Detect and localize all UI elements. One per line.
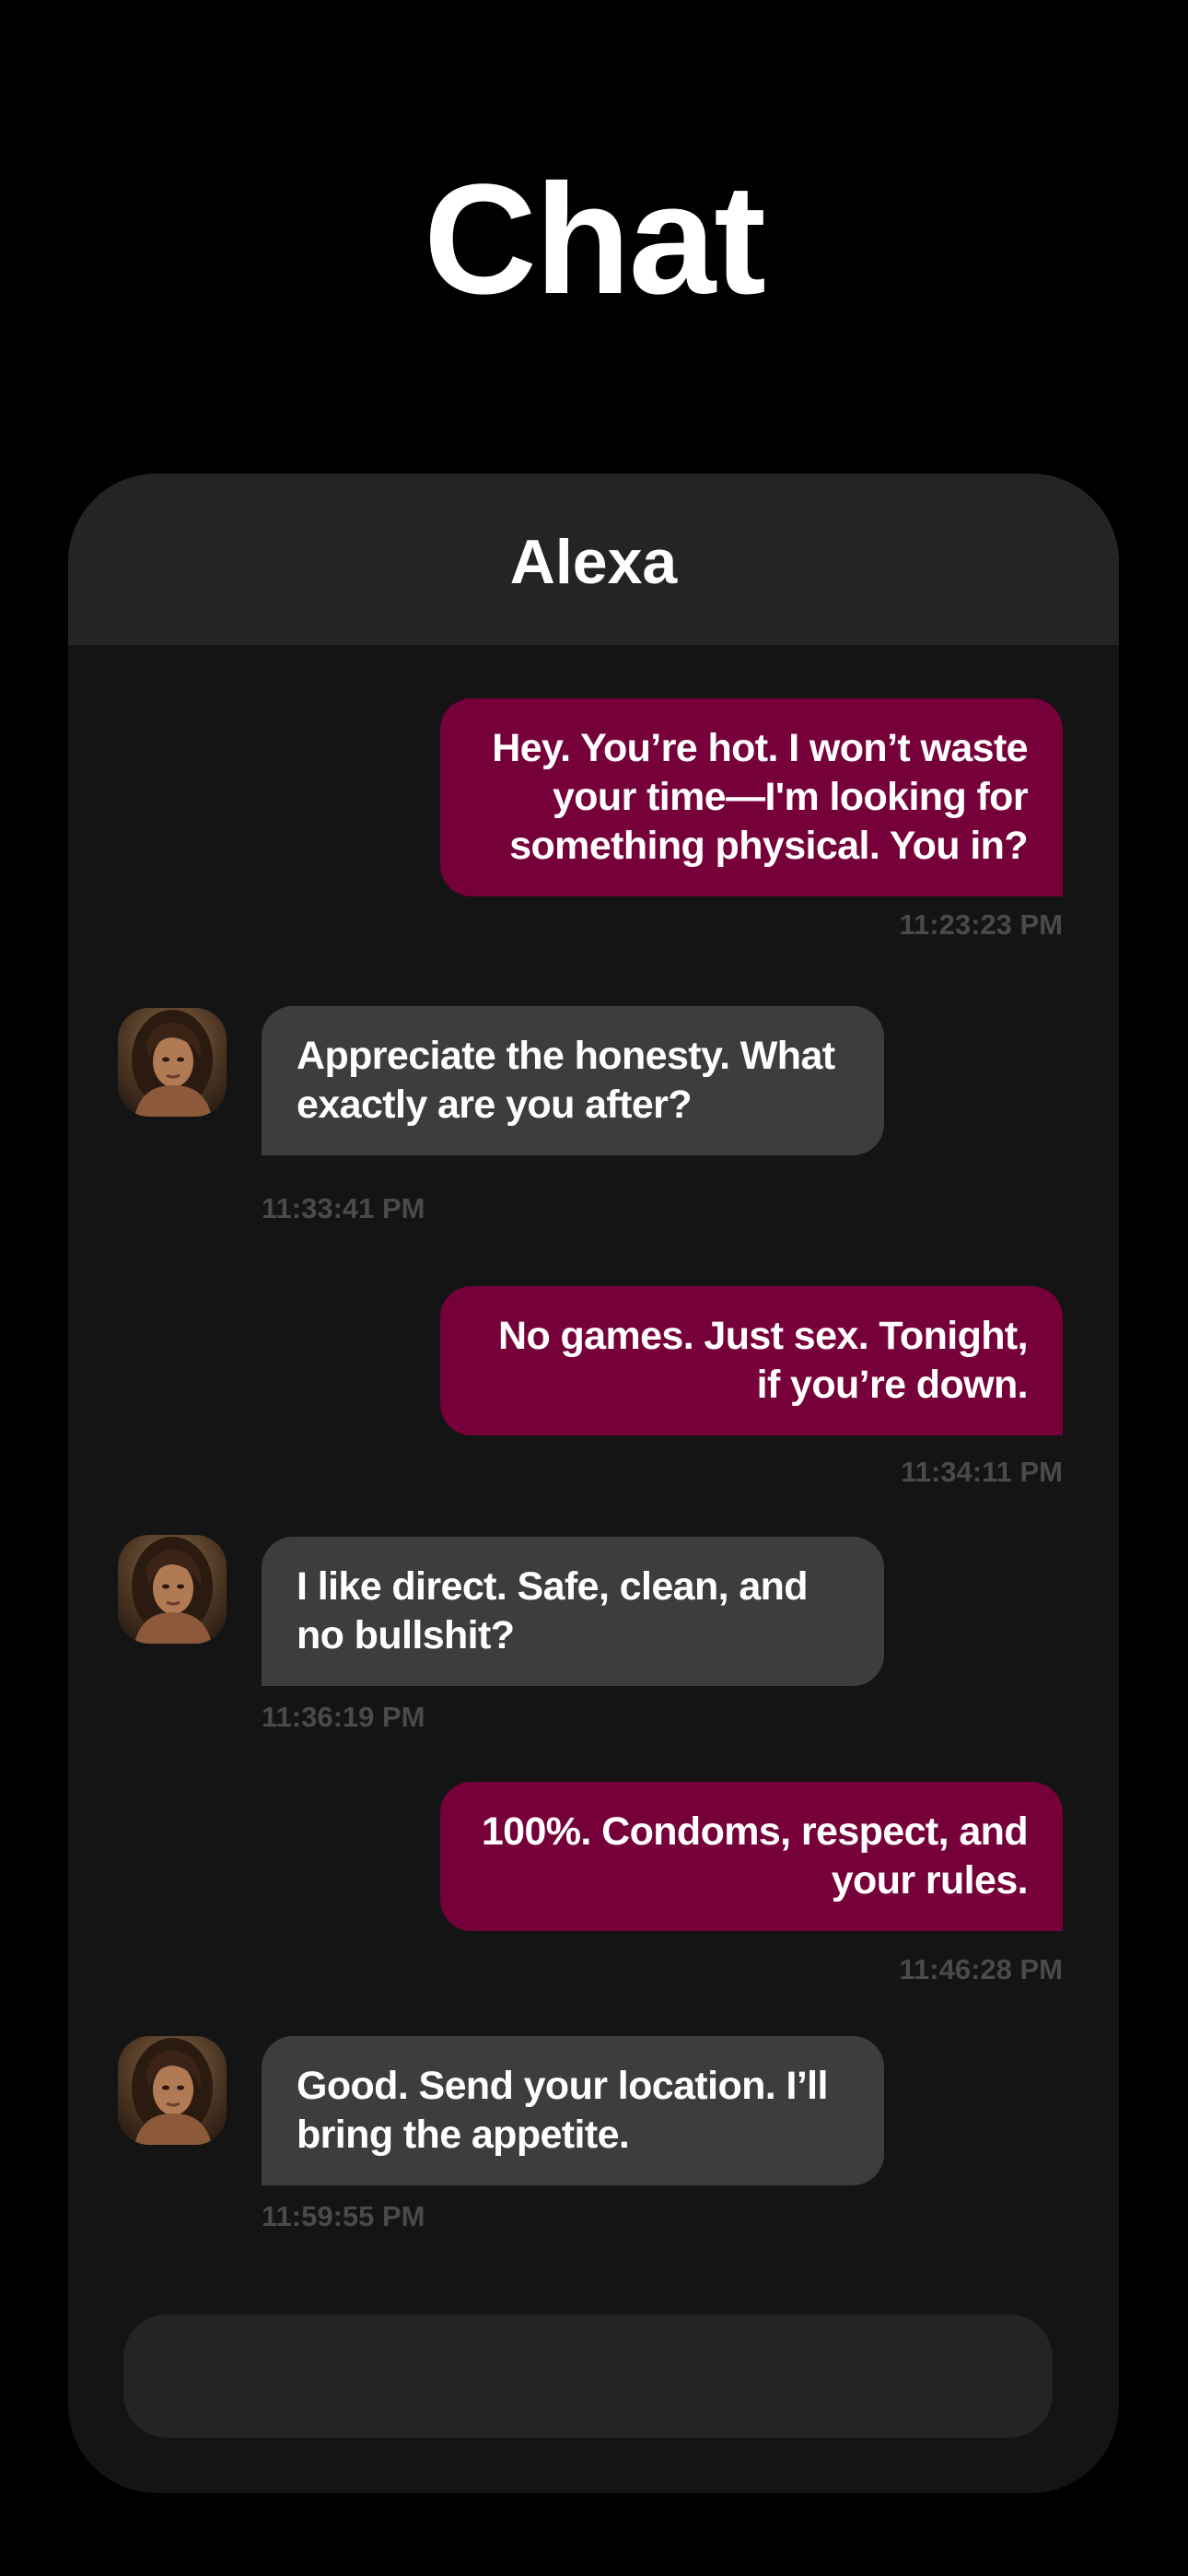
message-timestamp: 11:33:41 PM — [262, 1192, 425, 1224]
message-timestamp: 11:36:19 PM — [262, 1701, 425, 1733]
avatar-portrait-icon — [132, 2038, 213, 2145]
message-timestamp: 11:23:23 PM — [899, 908, 1064, 941]
message-timestamp: 11:46:28 PM — [899, 1953, 1064, 1985]
chat-header: Alexa — [68, 474, 1119, 645]
contact-avatar[interactable] — [118, 1535, 227, 1644]
outgoing-message-bubble[interactable]: No games. Just sex. Tonight, if you’re d… — [440, 1286, 1063, 1435]
avatar-portrait-icon — [132, 1537, 213, 1644]
avatar-portrait-icon — [132, 1010, 213, 1117]
outgoing-message-bubble[interactable]: 100%. Condoms, respect, and your rules. — [440, 1782, 1063, 1931]
contact-name: Alexa — [509, 527, 678, 597]
message-timestamp: 11:34:11 PM — [901, 1456, 1063, 1488]
page-title: Chat — [424, 152, 766, 327]
contact-avatar[interactable] — [118, 2036, 227, 2145]
outgoing-message-bubble[interactable]: Hey. You’re hot. I won’t waste your time… — [440, 698, 1063, 896]
incoming-message-bubble[interactable]: Good. Send your location. I’ll bring the… — [262, 2036, 884, 2185]
message-input[interactable] — [123, 2314, 1053, 2438]
message-timestamp: 11:59:55 PM — [262, 2200, 425, 2232]
incoming-message-bubble[interactable]: I like direct. Safe, clean, and no bulls… — [262, 1537, 884, 1686]
chat-window: Alexa Hey. You’re hot. I won’t waste you… — [68, 474, 1119, 2493]
incoming-message-bubble[interactable]: Appreciate the honesty. What exactly are… — [262, 1006, 884, 1155]
contact-avatar[interactable] — [118, 1008, 227, 1117]
